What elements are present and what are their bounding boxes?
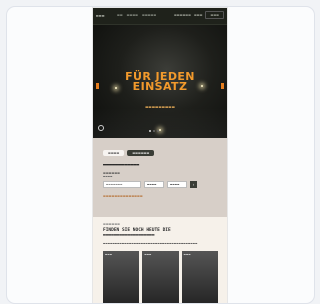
preview-card: ▬▬▬ ▬▬ ▬▬▬▬ ▬▬▬▬▬ ▬▬▬▬▬▬ ▬▬▬ ▬▬▬ FÜR JED… xyxy=(6,6,315,304)
select-1[interactable]: ▬▬▬▬ xyxy=(144,181,164,188)
top-nav: ▬▬▬ ▬▬ ▬▬▬▬ ▬▬▬▬▬ ▬▬▬▬▬▬ ▬▬▬ ▬▬▬ xyxy=(93,8,227,25)
login-button[interactable]: ▬▬▬ xyxy=(205,11,224,19)
search-tabs: ▬▬▬▬ ▬▬▬▬▬▬ xyxy=(103,150,155,156)
site-logo[interactable]: ▬▬▬ xyxy=(96,13,105,18)
location-input[interactable]: ▬▬▬▬▬▬▬ xyxy=(103,181,141,188)
nav-contact[interactable]: ▬▬▬▬▬▬ xyxy=(174,13,191,17)
search-section: ▬▬▬▬ ▬▬▬▬▬▬ ▬▬▬▬▬▬▬▬▬▬▬▬ ▬▬▬▬▬▬ ▬▬▬▬ ▬▬▬… xyxy=(93,138,227,217)
carousel-dots xyxy=(149,130,159,132)
vehicle-card[interactable]: ▬▬▬ xyxy=(181,251,218,303)
hero-headline: FÜR JEDEN EINSATZ xyxy=(93,71,227,93)
nav-link[interactable]: ▬▬▬▬ xyxy=(127,13,138,17)
search-link[interactable]: ▬▬▬▬▬▬▬▬▬▬▬▬▬▬ xyxy=(103,194,143,198)
pause-icon[interactable] xyxy=(98,125,104,131)
web-page: ▬▬▬ ▬▬ ▬▬▬▬ ▬▬▬▬▬ ▬▬▬▬▬▬ ▬▬▬ ▬▬▬ FÜR JED… xyxy=(93,8,227,303)
tab-2[interactable]: ▬▬▬▬▬▬ xyxy=(127,150,155,156)
promo-body: ▬▬▬▬▬▬▬▬▬▬▬▬▬▬▬▬▬▬▬▬▬▬▬▬▬▬▬▬▬▬▬▬▬▬▬▬▬▬▬▬ xyxy=(103,242,198,245)
tab-1[interactable]: ▬▬▬▬ xyxy=(103,150,125,156)
hero-line-2: EINSATZ xyxy=(132,80,188,93)
vehicle-label: ▬▬▬ xyxy=(144,253,152,256)
hero-banner: FÜR JEDEN EINSATZ ▬▬▬▬▬▬▬▬▬ xyxy=(93,25,227,138)
search-sublabel: ▬▬▬▬ xyxy=(103,175,113,178)
promo-headline: FINDEN SIE NOCH HEUTE DIE ▬▬▬▬▬▬▬▬▬▬▬▬▬▬… xyxy=(103,228,171,238)
nav-lang[interactable]: ▬▬▬ xyxy=(194,13,203,17)
nav-link[interactable]: ▬▬ xyxy=(117,13,123,17)
street-bg xyxy=(93,108,227,138)
vehicle-label: ▬▬▬ xyxy=(183,253,191,256)
promo-section: ▬▬▬▬▬▬ FINDEN SIE NOCH HEUTE DIE ▬▬▬▬▬▬▬… xyxy=(93,217,227,303)
hero-prev-arrow-icon[interactable] xyxy=(96,83,99,89)
nav-link[interactable]: ▬▬▬▬▬ xyxy=(142,13,156,17)
nav-links: ▬▬ ▬▬▬▬ ▬▬▬▬▬ xyxy=(117,13,156,17)
carousel-dot[interactable] xyxy=(157,130,159,132)
hero-next-arrow-icon[interactable] xyxy=(221,83,224,89)
search-button[interactable]: › xyxy=(190,181,197,188)
vehicle-thumbnails: ▬▬▬ ▬▬▬ ▬▬▬ xyxy=(103,251,218,303)
promo-kicker: ▬▬▬▬▬▬ xyxy=(103,222,121,226)
carousel-dot[interactable] xyxy=(153,130,155,132)
vehicle-label: ▬▬▬ xyxy=(105,253,113,256)
nav-right: ▬▬▬▬▬▬ ▬▬▬ ▬▬▬ xyxy=(174,11,224,19)
search-title: ▬▬▬▬▬▬▬▬▬▬▬▬ xyxy=(103,162,140,168)
carousel-dot[interactable] xyxy=(149,130,151,132)
hero-subline: ▬▬▬▬▬▬▬▬▬ xyxy=(145,105,175,109)
vehicle-card[interactable]: ▬▬▬ xyxy=(103,251,140,303)
vehicle-card[interactable]: ▬▬▬ xyxy=(142,251,179,303)
select-2[interactable]: ▬▬▬▬ xyxy=(167,181,187,188)
